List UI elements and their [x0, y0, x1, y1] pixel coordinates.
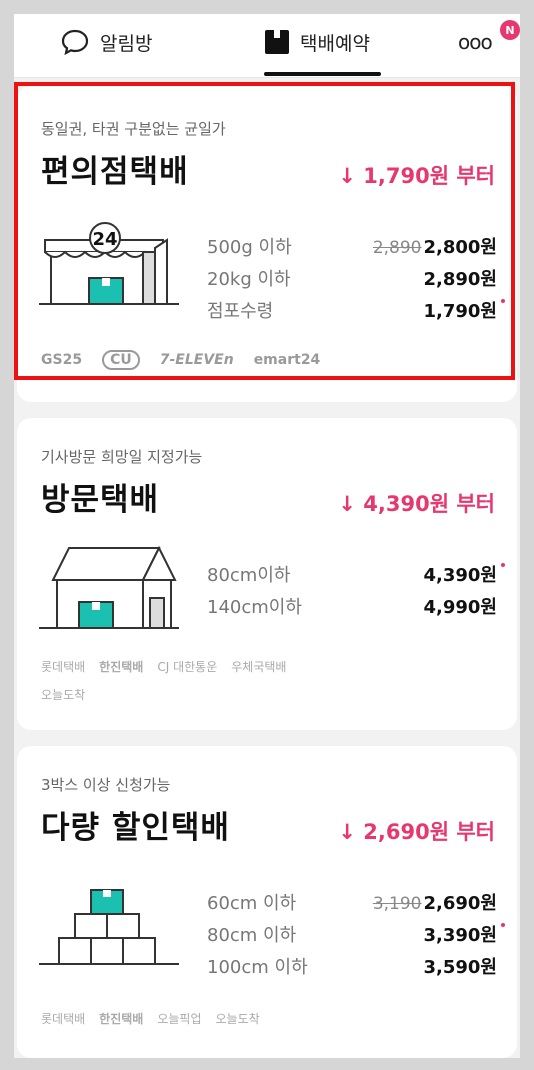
old-price: 2,890: [372, 238, 422, 258]
price-table: 80cm이하 4,390원 140cm이하 4,990원: [207, 558, 505, 622]
marker-dot: [501, 299, 505, 303]
price-row-label: 20kg 이하: [207, 269, 291, 290]
price-row: 점포수령 1,790원: [207, 294, 505, 326]
seven-eleven-logo: 7-ELEVEn: [159, 352, 234, 368]
new-badge: N: [500, 20, 520, 40]
price-row: 20kg 이하 2,890원: [207, 262, 497, 294]
tab-notice-label: 알림방: [100, 32, 153, 55]
lotte-logo: 롯데택배: [41, 1012, 86, 1026]
price-row: 60cm 이하 3,190 2,690원: [207, 886, 497, 918]
from-price: ↓ 2,690원 부터: [338, 820, 495, 844]
from-price: ↓ 4,390원 부터: [338, 492, 495, 516]
tab-more[interactable]: ooo: [458, 24, 493, 60]
price: 2,890원: [423, 269, 498, 290]
carrier-logos-row2: 오늘도착: [41, 686, 85, 703]
price-row-label: 60cm 이하: [207, 893, 297, 914]
price-row-label: 500g 이하: [207, 237, 292, 258]
card-title: 방문택배: [41, 482, 160, 518]
carrier-logos: 롯데택배 한진택배 오늘픽업 오늘도착: [41, 1010, 260, 1027]
hanjin-logo: 한진택배: [99, 660, 144, 674]
app-frame: 알림방 택배예약 ooo N 동일권, 타권 구분없는 균일가 편의점택배 ↓ …: [14, 14, 520, 1058]
card-subtitle: 기사방문 희망일 지정가능: [41, 448, 203, 466]
from-price: ↓ 1,790원 부터: [338, 164, 495, 188]
today-pickup-logo: 오늘픽업: [157, 1012, 202, 1026]
cj-logo: CJ 대한통운: [157, 660, 218, 674]
today-arrival-logo: 오늘도착: [41, 688, 86, 702]
price: 2,690원: [423, 893, 498, 914]
price-value: 1,790원: [423, 297, 505, 323]
active-tab-indicator: [264, 72, 381, 76]
price-value: 4,390원: [423, 561, 505, 587]
price: 1,790원: [423, 301, 498, 322]
card-bulk-discount-delivery[interactable]: 3박스 이상 신청가능 다량 할인택배 ↓ 2,690원 부터 60cm 이하 …: [17, 746, 517, 1058]
marker-dot: [501, 923, 505, 927]
card-convenience-store-delivery[interactable]: 동일권, 타권 구분없는 균일가 편의점택배 ↓ 1,790원 부터 24 50…: [17, 86, 517, 402]
hanjin-logo: 한진택배: [99, 1012, 144, 1026]
card-subtitle: 동일권, 타권 구분없는 균일가: [41, 120, 226, 138]
marker-dot: [501, 563, 505, 567]
price: 3,590원: [423, 957, 498, 978]
price-row: 140cm이하 4,990원: [207, 590, 497, 622]
top-tab-bar: 알림방 택배예약 ooo N: [14, 14, 520, 78]
tab-delivery-booking[interactable]: 택배예약: [264, 24, 370, 60]
house-icon: [39, 545, 179, 629]
carrier-logos: GS25 CU 7-ELEVEn emart24: [41, 350, 320, 370]
price-table: 500g 이하 2,890 2,800원 20kg 이하 2,890원 점포수령 …: [207, 230, 505, 326]
price-table: 60cm 이하 3,190 2,690원 80cm 이하 3,390원 100cm…: [207, 886, 505, 982]
price: 4,990원: [423, 597, 498, 618]
price-value: 3,390원: [423, 921, 505, 947]
price: 3,390원: [423, 925, 498, 946]
card-subtitle: 3박스 이상 신청가능: [41, 776, 171, 794]
emart24-logo: emart24: [253, 352, 321, 368]
box-icon: [265, 30, 289, 54]
price-row-label: 100cm 이하: [207, 957, 308, 978]
price-row-value: 2,890 2,800원: [373, 233, 497, 259]
epost-logo: 우체국택배: [231, 660, 287, 674]
card-visit-delivery[interactable]: 기사방문 희망일 지정가능 방문택배 ↓ 4,390원 부터 80cm이하 4,…: [17, 418, 517, 730]
price-row-label: 80cm이하: [207, 565, 291, 586]
today-arrival-logo: 오늘도착: [215, 1012, 260, 1026]
card-title: 다량 할인택배: [41, 810, 230, 846]
price-row: 100cm 이하 3,590원: [207, 950, 497, 982]
price-row-value: 3,190 2,690원: [373, 889, 497, 915]
tab-notice[interactable]: 알림방: [60, 24, 152, 60]
cu-logo: CU: [102, 350, 140, 370]
store-number: 24: [92, 229, 117, 250]
price-row-label: 80cm 이하: [207, 925, 297, 946]
gs25-logo: GS25: [41, 352, 83, 368]
stacked-boxes-icon: [39, 889, 179, 965]
price-row: 80cm이하 4,390원: [207, 558, 505, 590]
card-title: 편의점택배: [41, 154, 189, 190]
lotte-logo: 롯데택배: [41, 660, 86, 674]
carrier-logos: 롯데택배 한진택배 CJ 대한통운 우체국택배: [41, 658, 286, 675]
price-row-label: 140cm이하: [207, 597, 302, 618]
price: 2,800원: [423, 237, 498, 258]
more-icon: ooo: [458, 30, 493, 54]
convenience-store-icon: 24: [39, 222, 179, 305]
speech-bubble-icon: [61, 29, 89, 56]
old-price: 3,190: [372, 894, 422, 914]
price: 4,390원: [423, 565, 498, 586]
price-row: 500g 이하 2,890 2,800원: [207, 230, 497, 262]
tab-delivery-label: 택배예약: [300, 32, 370, 55]
price-row: 80cm 이하 3,390원: [207, 918, 505, 950]
price-row-label: 점포수령: [207, 301, 274, 322]
